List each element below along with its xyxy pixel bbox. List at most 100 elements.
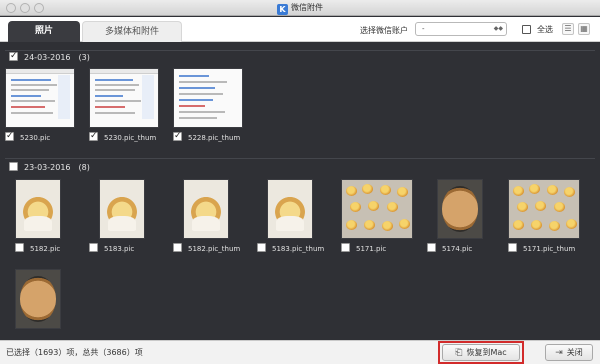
photo-name: 5171.pic bbox=[356, 245, 387, 253]
photo-footer: 5174.pic bbox=[427, 243, 507, 255]
thumb-line bbox=[95, 84, 139, 86]
photo-thumbnail[interactable] bbox=[15, 179, 61, 239]
restore-to-mac-button[interactable]: ⎗ 恢复到Mac bbox=[442, 344, 520, 361]
puff bbox=[346, 186, 357, 196]
app-window: K微信附件 照片 多媒体和附件 选择微信账户 - ◆◆ 全选 ☰ ▦ 24-03… bbox=[0, 0, 600, 364]
group-count: (3) bbox=[78, 53, 90, 62]
group-divider bbox=[5, 158, 595, 159]
thumb-line bbox=[95, 95, 123, 97]
photo-item[interactable] bbox=[15, 269, 87, 339]
photo-footer: 5183.pic_thum bbox=[257, 243, 337, 255]
photo-footer: 5183.pic bbox=[89, 243, 169, 255]
photo-item[interactable]: 5174.pic bbox=[427, 179, 509, 263]
thumb-line bbox=[95, 106, 125, 108]
puff bbox=[535, 201, 546, 211]
photo-thumbnail[interactable] bbox=[15, 269, 61, 329]
photo-checkbox[interactable] bbox=[173, 243, 182, 252]
thumb-line bbox=[179, 117, 217, 119]
account-select[interactable]: - ◆◆ bbox=[415, 22, 507, 36]
puff bbox=[547, 185, 558, 195]
photo-thumbnail[interactable] bbox=[5, 68, 75, 128]
thumb-line bbox=[11, 84, 57, 86]
puff bbox=[350, 202, 361, 212]
photo-name: 5230.pic bbox=[20, 134, 51, 142]
photo-checkbox[interactable] bbox=[341, 243, 350, 252]
photo-footer: 5171.pic bbox=[341, 243, 421, 255]
thumb-line bbox=[11, 106, 45, 108]
calendar-view-icon[interactable]: ▦ bbox=[578, 23, 590, 35]
photo-name: 5174.pic bbox=[442, 245, 473, 253]
photo-checkbox[interactable] bbox=[5, 130, 14, 142]
photo-footer: 5182.pic_thum bbox=[173, 243, 253, 255]
photo-thumbnail[interactable] bbox=[183, 179, 229, 239]
group-count: (8) bbox=[78, 163, 90, 172]
title-bar: K 微信附件 bbox=[0, 0, 600, 16]
photo-item[interactable]: 5230.pic bbox=[5, 68, 77, 152]
thumb-line bbox=[179, 105, 205, 107]
photo-item[interactable]: 5182.pic_thum bbox=[173, 179, 255, 263]
photo-footer: 5228.pic_thum bbox=[173, 130, 253, 144]
photo-thumbnail[interactable] bbox=[341, 179, 413, 239]
photo-item[interactable]: 5230.pic_thum bbox=[89, 68, 161, 152]
puff bbox=[346, 220, 357, 230]
select-all-label: 全选 bbox=[537, 25, 553, 34]
thumb-sidebar bbox=[58, 75, 70, 119]
tab-photos[interactable]: 照片 bbox=[8, 21, 80, 42]
photo-thumbnail[interactable] bbox=[437, 179, 483, 239]
toolbar: 照片 多媒体和附件 选择微信账户 - ◆◆ 全选 ☰ ▦ bbox=[0, 17, 600, 42]
photo-item[interactable]: 5182.pic bbox=[15, 179, 87, 263]
puff bbox=[368, 201, 379, 211]
photo-checkbox[interactable] bbox=[173, 130, 182, 142]
puff bbox=[382, 221, 393, 231]
photo-thumbnail[interactable] bbox=[89, 68, 159, 128]
group-checkbox[interactable] bbox=[9, 50, 18, 62]
photo-name: 5171.pic_thum bbox=[523, 245, 576, 253]
photo-name: 5183.pic_thum bbox=[272, 245, 325, 253]
photo-thumbnail[interactable] bbox=[267, 179, 313, 239]
photo-checkbox[interactable] bbox=[508, 243, 517, 252]
photo-thumbnail[interactable] bbox=[99, 179, 145, 239]
group-header-2: 23-03-2016 (8) bbox=[9, 161, 90, 175]
thumb-line bbox=[11, 89, 49, 91]
status-bar: 已选择（1693）项，总共（3686）项 ⎗ 恢复到Mac ⇥ 关闭 bbox=[0, 340, 600, 364]
thumb-line bbox=[95, 100, 141, 102]
thumb-sidebar bbox=[142, 75, 154, 119]
photo-name: 5182.pic bbox=[30, 245, 61, 253]
photo-thumbnail[interactable] bbox=[173, 68, 243, 128]
photo-name: 5182.pic_thum bbox=[188, 245, 241, 253]
thumb-line bbox=[11, 79, 51, 81]
photo-checkbox[interactable] bbox=[15, 243, 24, 252]
photo-item[interactable]: 5228.pic_thum bbox=[173, 68, 245, 152]
group-checkbox[interactable] bbox=[9, 162, 18, 171]
puff bbox=[387, 202, 398, 212]
photo-footer: 5230.pic bbox=[5, 130, 85, 144]
photo-item[interactable]: 5183.pic_thum bbox=[257, 179, 339, 263]
photo-item[interactable]: 5183.pic bbox=[89, 179, 171, 263]
thumb-line bbox=[11, 112, 53, 114]
select-all-checkbox[interactable] bbox=[522, 25, 531, 34]
puff bbox=[517, 202, 528, 212]
close-button[interactable]: ⇥ 关闭 bbox=[545, 344, 593, 361]
photo-checkbox[interactable] bbox=[89, 243, 98, 252]
photo-item[interactable]: 5171.pic bbox=[341, 179, 413, 263]
photo-checkbox[interactable] bbox=[89, 130, 98, 142]
photo-checkbox[interactable] bbox=[257, 243, 266, 252]
photo-footer: 5182.pic bbox=[15, 243, 95, 255]
photo-name: 5183.pic bbox=[104, 245, 135, 253]
puff bbox=[529, 184, 540, 194]
group-divider bbox=[5, 50, 595, 51]
photo-checkbox[interactable] bbox=[427, 243, 436, 252]
thumb-line bbox=[179, 75, 209, 77]
restore-icon: ⎗ bbox=[455, 348, 463, 358]
thumb-line bbox=[179, 87, 215, 89]
puff bbox=[362, 184, 373, 194]
photo-thumbnail[interactable] bbox=[508, 179, 580, 239]
tab-media-attachments[interactable]: 多媒体和附件 bbox=[82, 21, 182, 42]
puff bbox=[566, 219, 577, 229]
photo-item[interactable]: 5171.pic_thum bbox=[508, 179, 580, 263]
selection-status: 已选择（1693）项，总共（3686）项 bbox=[6, 348, 143, 357]
thumb-bar bbox=[90, 69, 158, 74]
puff bbox=[364, 220, 375, 230]
list-view-icon[interactable]: ☰ bbox=[562, 23, 574, 35]
photo-name: 5230.pic_thum bbox=[104, 134, 157, 142]
